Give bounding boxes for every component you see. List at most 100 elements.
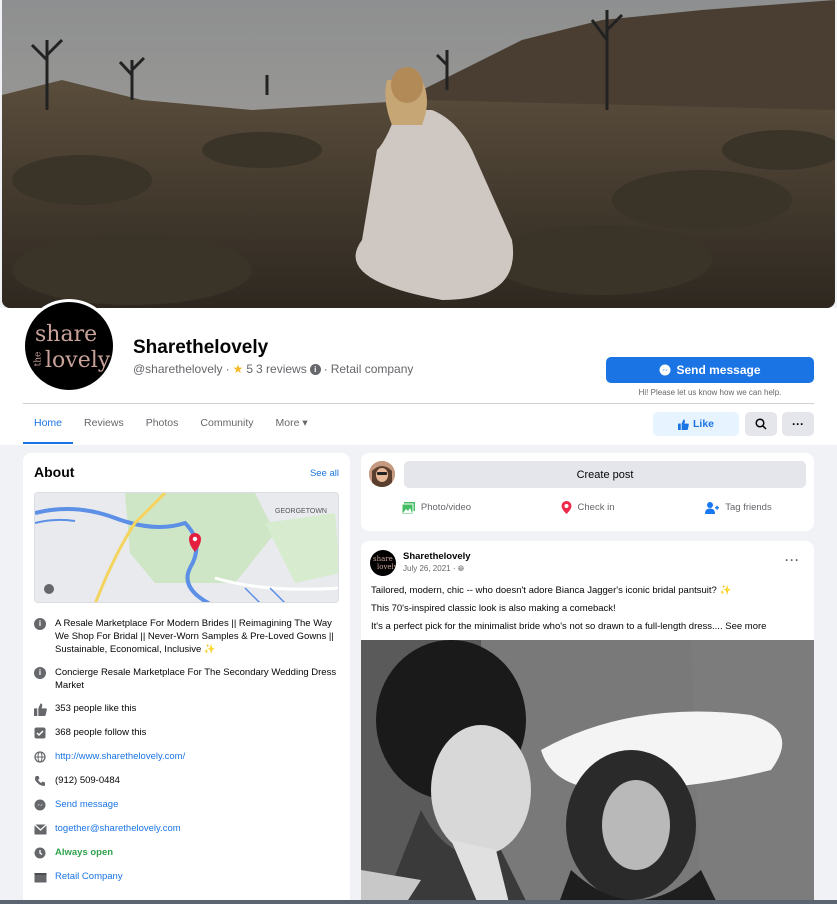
more-dots-icon: ··· — [792, 417, 804, 431]
post-line-text: It's a perfect pick for the minimalist b… — [371, 621, 723, 632]
like-button[interactable]: Like — [653, 412, 739, 436]
followers-count: 368 people follow this — [33, 726, 339, 740]
page-tabs: Home Reviews Photos Community More ▾ — [23, 404, 319, 444]
feed-post: share lovely Sharethelovely July 26, 202… — [361, 541, 814, 904]
about-details-list: i A Resale Marketplace For Modern Brides… — [33, 617, 339, 894]
phone-icon — [33, 774, 47, 788]
about-text: A Resale Marketplace For Modern Brides |… — [55, 618, 334, 655]
post-options-icon[interactable]: ··· — [785, 553, 800, 567]
likes-count: 353 people like this — [33, 702, 339, 716]
about-text: Retail Company — [55, 871, 123, 882]
globe-icon — [33, 750, 47, 764]
page-title: Sharethelovely — [133, 337, 269, 358]
email-icon — [33, 822, 47, 836]
follow-icon — [33, 726, 47, 740]
reviews-link[interactable]: 3 reviews — [256, 362, 307, 376]
website-link[interactable]: http://www.sharethelovely.com/ — [33, 750, 339, 764]
post-line: This 70's-inspired classic look is also … — [371, 603, 616, 614]
avatar-logo-text: share — [373, 555, 393, 563]
page-category: Retail company — [330, 362, 414, 376]
create-post-card: Create post Photo/video Check in Tag fri… — [361, 453, 814, 531]
tag-friends-button[interactable]: Tag friends — [663, 501, 814, 514]
about-subtitle: i Concierge Resale Marketplace For The S… — [33, 666, 339, 692]
email-link[interactable]: together@sharethelovely.com — [33, 822, 339, 836]
cover-photo[interactable] — [2, 0, 835, 308]
page-meta: @sharethelovely · ★ 5 3 reviews i · Reta… — [133, 362, 413, 376]
tab-home[interactable]: Home — [23, 404, 74, 444]
logo-text-lovely: lovely — [45, 348, 111, 373]
about-description: i A Resale Marketplace For Modern Brides… — [33, 617, 339, 656]
about-text: together@sharethelovely.com — [55, 823, 181, 834]
check-in-label: Check in — [577, 502, 615, 513]
logo-text-the: the — [33, 351, 44, 367]
about-text: 368 people follow this — [55, 727, 147, 738]
info-icon[interactable]: i — [309, 363, 321, 375]
create-post-button[interactable]: Create post — [404, 461, 806, 488]
send-message-label: Send message — [676, 363, 761, 377]
search-button[interactable] — [745, 412, 777, 436]
post-photo[interactable] — [361, 640, 814, 904]
photo-video-label: Photo/video — [420, 502, 472, 513]
rating-value: 5 — [246, 362, 254, 376]
tab-more[interactable]: More ▾ — [265, 404, 319, 444]
tab-community[interactable]: Community — [189, 404, 264, 444]
avatar-logo-text: lovely — [377, 563, 396, 571]
see-more-link[interactable]: See more — [725, 621, 766, 632]
about-text: Always open — [55, 847, 114, 858]
post-date[interactable]: July 26, 2021 · 🌐︎ — [403, 564, 464, 574]
messenger-icon — [33, 798, 47, 812]
about-text: Concierge Resale Marketplace For The Sec… — [55, 667, 337, 691]
photo-icon — [401, 501, 415, 514]
post-line: Tailored, modern, chic -- who doesn't ad… — [371, 585, 732, 596]
about-title: About — [34, 464, 75, 480]
create-post-actions: Photo/video Check in Tag friends — [361, 501, 814, 514]
separator-dot: · — [225, 362, 230, 376]
public-globe-icon: 🌐︎ — [457, 564, 465, 573]
location-map[interactable]: GEORGETOWN — [34, 492, 339, 603]
tag-friends-icon — [705, 501, 720, 514]
category-icon — [33, 870, 47, 884]
info-icon: i — [33, 617, 47, 631]
post-author[interactable]: Sharethelovely — [403, 551, 471, 562]
post-text: Tailored, modern, chic -- who doesn't ad… — [371, 584, 806, 638]
about-card: About See all GEORGETOWN i A Resale Mark… — [23, 453, 350, 904]
tab-more-label: More — [275, 417, 300, 429]
tab-photos[interactable]: Photos — [135, 404, 190, 444]
separator-dot: · — [323, 362, 328, 376]
page-handle: @sharethelovely — [133, 362, 223, 376]
about-text: http://www.sharethelovely.com/ — [55, 751, 186, 762]
tab-reviews[interactable]: Reviews — [73, 404, 135, 444]
post-date-text: July 26, 2021 · — [403, 564, 456, 573]
hours-status[interactable]: Always open — [33, 846, 339, 860]
clock-icon — [33, 846, 47, 860]
thumbs-up-icon — [677, 418, 689, 430]
more-options-button[interactable]: ··· — [782, 412, 814, 436]
about-text: (912) 509-0484 — [55, 775, 120, 786]
search-icon — [755, 418, 767, 430]
about-text: 353 people like this — [55, 703, 137, 714]
bottom-edge — [0, 900, 837, 904]
thumbs-up-icon — [33, 702, 47, 716]
post-author-avatar[interactable]: share lovely — [370, 550, 396, 576]
star-icon: ★ — [232, 362, 244, 376]
profile-picture[interactable]: share the lovely — [22, 299, 116, 393]
caret-down-icon: ▾ — [302, 417, 308, 429]
location-pin-icon — [561, 501, 572, 514]
post-line: It's a perfect pick for the minimalist b… — [371, 620, 806, 633]
logo-text-share: share — [35, 322, 98, 347]
send-message-link[interactable]: Send message — [33, 798, 339, 812]
tag-friends-label: Tag friends — [725, 502, 772, 513]
send-message-button[interactable]: Send message — [606, 357, 814, 383]
category-link[interactable]: Retail Company — [33, 870, 339, 884]
info-icon: i — [33, 666, 47, 680]
map-label: GEORGETOWN — [275, 508, 327, 515]
user-avatar[interactable] — [369, 461, 395, 487]
send-message-subtext: Hi! Please let us know how we can help. — [638, 388, 782, 397]
see-all-link[interactable]: See all — [310, 468, 339, 479]
phone-number: (912) 509-0484 — [33, 774, 339, 788]
like-label: Like — [692, 418, 714, 430]
photo-video-button[interactable]: Photo/video — [361, 501, 512, 514]
messenger-icon — [659, 364, 671, 376]
check-in-button[interactable]: Check in — [512, 501, 663, 514]
about-text: Send message — [55, 799, 119, 810]
